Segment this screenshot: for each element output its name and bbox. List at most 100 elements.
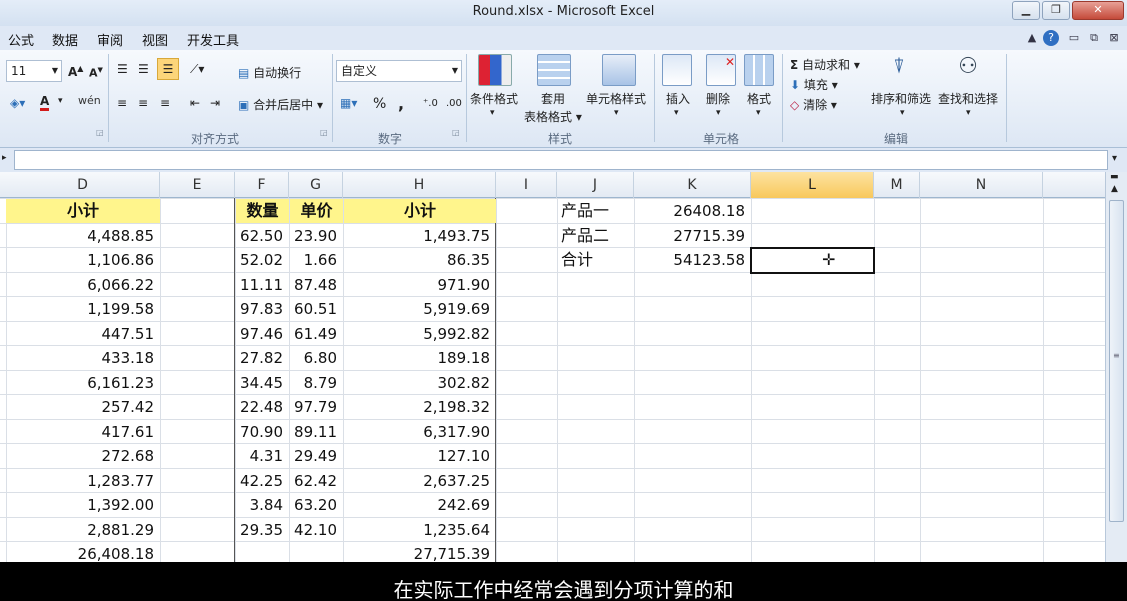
delete-button[interactable]: 删除 — [706, 90, 730, 107]
cell-f[interactable]: 70.90 — [235, 420, 289, 444]
sort-dropdown-icon[interactable]: ▾ — [900, 108, 905, 118]
cell-g[interactable]: 63.20 — [289, 493, 343, 517]
doc-minimize-icon[interactable]: ▭ — [1066, 30, 1082, 46]
col-header-l[interactable]: L — [751, 172, 874, 198]
cell-d[interactable]: 1,392.00 — [6, 493, 160, 517]
clear-button[interactable]: ◇ 清除 ▾ — [790, 96, 837, 113]
merge-center-button[interactable]: ▣ 合并后居中 ▾ — [238, 96, 323, 113]
cell-d[interactable]: 1,283.77 — [6, 469, 160, 493]
wrap-text-button[interactable]: ▤ 自动换行 — [238, 64, 301, 81]
close-button[interactable]: ✕ — [1072, 1, 1124, 20]
cell-d[interactable]: 6,066.22 — [6, 273, 160, 297]
col-header-g[interactable]: G — [289, 172, 343, 198]
cell-h[interactable]: 2,637.25 — [343, 469, 496, 493]
cell-d[interactable]: 433.18 — [6, 346, 160, 370]
doc-restore-icon[interactable]: ⧉ — [1086, 30, 1102, 46]
cell-f[interactable]: 4.31 — [235, 444, 289, 468]
currency-icon[interactable]: ▦▾ — [340, 96, 357, 110]
cell-f[interactable]: 22.48 — [235, 395, 289, 419]
header-price[interactable]: 单价 — [290, 199, 343, 223]
cell-d[interactable]: 26,408.18 — [6, 542, 160, 562]
fill-color-icon[interactable]: ◈▾ — [10, 96, 25, 110]
cell-g[interactable]: 42.10 — [289, 518, 343, 542]
font-color-dropdown-icon[interactable]: ▾ — [58, 96, 63, 106]
cell-d[interactable]: 272.68 — [6, 444, 160, 468]
minimize-button[interactable]: ▁ — [1012, 1, 1040, 20]
cell-g[interactable]: 89.11 — [289, 420, 343, 444]
phonetic-icon[interactable]: wén — [78, 94, 101, 107]
cell-f[interactable]: 97.46 — [235, 322, 289, 346]
col-header-f[interactable]: F — [235, 172, 289, 198]
scroll-up-icon[interactable]: ▲ — [1111, 184, 1118, 194]
insert-button[interactable]: 插入 — [666, 90, 690, 107]
col-header-m[interactable]: M — [874, 172, 920, 198]
summary-value[interactable]: 27715.39 — [634, 224, 751, 248]
col-header-k[interactable]: K — [634, 172, 751, 198]
decrease-decimal-icon[interactable]: .00 — [446, 98, 462, 109]
doc-close-icon[interactable]: ⊠ — [1106, 30, 1122, 46]
summary-label[interactable]: 产品二 — [557, 224, 634, 248]
cell-d[interactable]: 4,488.85 — [6, 224, 160, 248]
conditional-format-button[interactable]: 条件格式 — [470, 90, 518, 107]
table-format-button[interactable]: 套用 — [541, 90, 565, 107]
summary-value[interactable]: 54123.58 — [634, 248, 751, 272]
format-button[interactable]: 格式 — [747, 90, 771, 107]
name-box-dropdown-icon[interactable]: ▸ — [2, 153, 7, 163]
cell-g[interactable]: 6.80 — [289, 346, 343, 370]
align-right-icon[interactable]: ≡ — [160, 96, 170, 110]
summary-label[interactable]: 产品一 — [557, 199, 634, 223]
maximize-button[interactable]: ❐ — [1042, 1, 1070, 20]
expand-formula-icon[interactable]: ▾ — [1112, 153, 1117, 164]
comma-button[interactable]: , — [398, 94, 404, 113]
cell-f[interactable]: 11.11 — [235, 273, 289, 297]
cell-g[interactable]: 61.49 — [289, 322, 343, 346]
cell-d[interactable]: 257.42 — [6, 395, 160, 419]
align-bottom-icon[interactable]: ☰ — [157, 58, 179, 80]
col-header-j[interactable]: J — [557, 172, 634, 198]
cell-d[interactable]: 2,881.29 — [6, 518, 160, 542]
tab-data[interactable]: 数据 — [52, 30, 78, 49]
align-center-icon[interactable]: ≡ — [138, 96, 148, 110]
font-dialog-icon[interactable]: ◲ — [96, 128, 104, 137]
tab-developer[interactable]: 开发工具 — [187, 30, 239, 49]
cell-f[interactable]: 29.35 — [235, 518, 289, 542]
cell-h[interactable]: 5,919.69 — [343, 297, 496, 321]
worksheet-grid[interactable]: D E F G H I J K L M N 小计 数量 单价 小计 4,488.85 1,… — [0, 172, 1105, 562]
cell-f[interactable]: 97.83 — [235, 297, 289, 321]
cell-style-dropdown-icon[interactable]: ▾ — [614, 108, 619, 118]
cell-d[interactable]: 447.51 — [6, 322, 160, 346]
cell-h[interactable]: 189.18 — [343, 346, 496, 370]
cell-g[interactable]: 8.79 — [289, 371, 343, 395]
cell-g[interactable]: 87.48 — [289, 273, 343, 297]
cell-g[interactable]: 60.51 — [289, 297, 343, 321]
font-color-icon[interactable]: A — [40, 94, 50, 111]
scroll-split-icon[interactable]: ▬ — [1110, 172, 1119, 182]
header-subtotal-h[interactable]: 小计 — [344, 199, 496, 223]
help-icon[interactable]: ? — [1043, 30, 1059, 46]
cell-h[interactable]: 242.69 — [343, 493, 496, 517]
shrink-font-icon[interactable]: A▼ — [89, 66, 103, 80]
cell-f[interactable]: 34.45 — [235, 371, 289, 395]
cell-f[interactable]: 42.25 — [235, 469, 289, 493]
cell-f[interactable]: 52.02 — [235, 248, 289, 272]
decrease-indent-icon[interactable]: ⇤ — [190, 96, 200, 110]
col-header-e[interactable]: E — [160, 172, 235, 198]
increase-decimal-icon[interactable]: ⁺.0 — [423, 98, 438, 109]
autosum-button[interactable]: Σ 自动求和 ▾ — [790, 56, 860, 73]
tab-view[interactable]: 视图 — [142, 30, 168, 49]
cell-f[interactable]: 3.84 — [235, 493, 289, 517]
tab-formulas[interactable]: 公式 — [8, 30, 34, 49]
collapse-ribbon-icon[interactable]: ▲ — [1024, 30, 1040, 46]
cell-d[interactable]: 1,199.58 — [6, 297, 160, 321]
cell-f[interactable]: 27.82 — [235, 346, 289, 370]
cell-g[interactable]: 1.66 — [289, 248, 343, 272]
cell-g[interactable]: 62.42 — [289, 469, 343, 493]
conditional-dropdown-icon[interactable]: ▾ — [490, 108, 495, 118]
grow-font-icon[interactable]: A▲ — [68, 64, 83, 79]
cell-d[interactable]: 6,161.23 — [6, 371, 160, 395]
cell-d[interactable]: 1,106.86 — [6, 248, 160, 272]
align-top-icon[interactable]: ☰ — [117, 62, 128, 76]
formula-input[interactable] — [14, 150, 1108, 170]
font-size-select[interactable]: 11 ▼ — [6, 60, 62, 82]
cell-h[interactable]: 6,317.90 — [343, 420, 496, 444]
